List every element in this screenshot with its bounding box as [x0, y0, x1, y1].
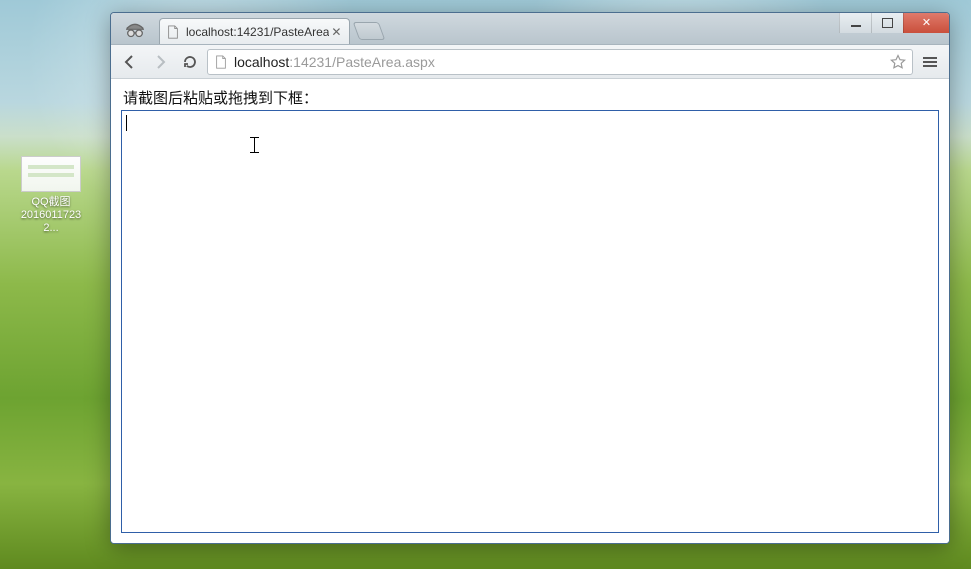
desktop-file-icon[interactable]: QQ截图 20160117232... — [16, 156, 86, 235]
window-maximize-button[interactable] — [871, 13, 903, 33]
reload-button[interactable] — [177, 49, 203, 75]
back-button[interactable] — [117, 49, 143, 75]
tab-favicon-page-icon — [166, 25, 180, 39]
file-label-line1: QQ截图 — [31, 196, 70, 208]
page-icon — [214, 55, 228, 69]
url-port: :14231 — [289, 54, 332, 70]
file-label: QQ截图 20160117232... — [16, 196, 86, 235]
url-path: /PasteArea.aspx — [332, 54, 435, 70]
new-tab-button[interactable] — [353, 22, 386, 40]
window-minimize-button[interactable] — [839, 13, 871, 33]
address-bar[interactable]: localhost:14231/PasteArea.aspx — [207, 49, 913, 75]
window-close-button[interactable] — [903, 13, 949, 33]
bookmark-star-icon[interactable] — [890, 54, 906, 70]
incognito-icon — [117, 16, 153, 44]
tab-strip: localhost:14231/PasteArea ✕ — [111, 13, 949, 45]
forward-button[interactable] — [147, 49, 173, 75]
ibeam-cursor-icon — [250, 137, 259, 153]
paste-drop-area[interactable] — [121, 110, 939, 533]
browser-tab[interactable]: localhost:14231/PasteArea ✕ — [159, 18, 350, 44]
file-label-line2: 20160117232... — [21, 209, 81, 234]
tab-close-icon[interactable]: ✕ — [329, 25, 343, 39]
window-controls — [839, 13, 949, 33]
url-host: localhost — [234, 54, 289, 70]
paste-instruction-label: 请截图后粘贴或拖拽到下框： — [123, 87, 939, 108]
text-caret — [126, 115, 127, 131]
url-text: localhost:14231/PasteArea.aspx — [234, 54, 884, 70]
hamburger-menu-icon[interactable] — [917, 49, 943, 75]
page-content: 请截图后粘贴或拖拽到下框： — [111, 79, 949, 543]
tab-title: localhost:14231/PasteArea — [186, 25, 329, 39]
file-thumbnail — [21, 156, 81, 192]
browser-toolbar: localhost:14231/PasteArea.aspx — [111, 45, 949, 79]
browser-window: localhost:14231/PasteArea ✕ localhost:14… — [110, 12, 950, 544]
